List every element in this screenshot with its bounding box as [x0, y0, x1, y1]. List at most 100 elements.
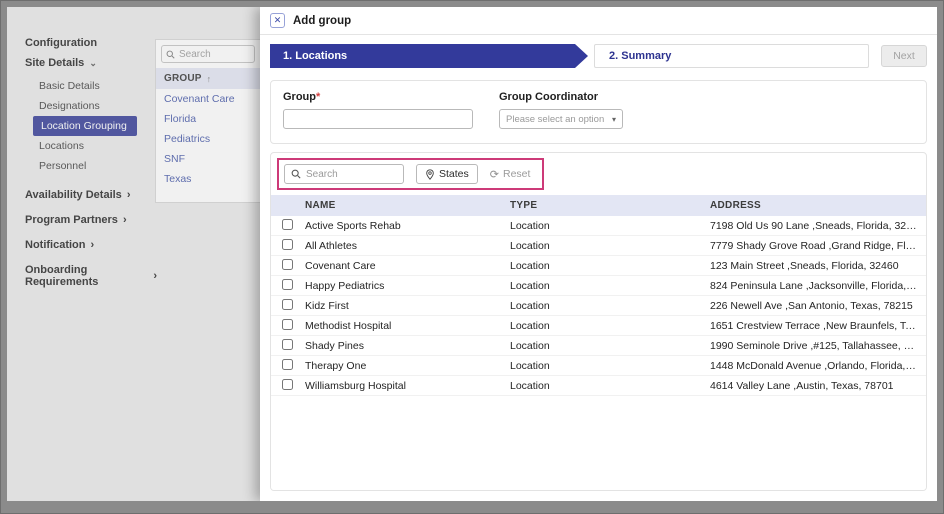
row-checkbox[interactable]	[282, 259, 293, 270]
table-row[interactable]: Williamsburg Hospital Location 4614 Vall…	[271, 376, 926, 396]
step-locations[interactable]: 1. Locations	[270, 44, 588, 68]
reset-filters-link[interactable]: ⟳ Reset	[490, 168, 531, 181]
table-row[interactable]: Covenant Care Location 123 Main Street ,…	[271, 256, 926, 276]
row-name: Happy Pediatrics	[305, 280, 510, 292]
row-checkbox[interactable]	[282, 319, 293, 330]
table-row[interactable]: All Athletes Location 7779 Shady Grove R…	[271, 236, 926, 256]
row-name: Kidz First	[305, 300, 510, 312]
row-type: Location	[510, 300, 710, 312]
table-row[interactable]: Methodist Hospital Location 1651 Crestvi…	[271, 316, 926, 336]
table-row[interactable]: Kidz First Location 226 Newell Ave ,San …	[271, 296, 926, 316]
sidebar-item-onboarding-requirements[interactable]: Onboarding Requirements ›	[25, 264, 157, 288]
sidebar-item-designations[interactable]: Designations	[39, 96, 157, 116]
row-checkbox[interactable]	[282, 379, 293, 390]
sidebar-item-availability-details[interactable]: Availability Details ›	[25, 189, 157, 201]
row-address: 123 Main Street ,Sneads, Florida, 32460	[710, 260, 926, 272]
row-name: Williamsburg Hospital	[305, 380, 510, 392]
table-header-row: NAME TYPE ADDRESS	[271, 195, 926, 216]
chevron-right-icon: ›	[127, 189, 131, 201]
site-details-label: Site Details	[25, 57, 84, 69]
row-type: Location	[510, 280, 710, 292]
location-search-input[interactable]	[306, 169, 397, 180]
config-sidebar: Configuration Site Details ⌄ Basic Detai…	[7, 7, 157, 288]
required-asterisk: *	[316, 91, 320, 103]
row-address: 7198 Old Us 90 Lane ,Sneads, Florida, 32…	[710, 220, 926, 232]
row-address: 1651 Crestview Terrace ,New Braunfels, T…	[710, 320, 926, 332]
table-row[interactable]: Therapy One Location 1448 McDonald Avenu…	[271, 356, 926, 376]
row-name: Covenant Care	[305, 260, 510, 272]
locations-table-card: States ⟳ Reset NAME TYPE ADDRESS	[270, 152, 927, 491]
list-item[interactable]: SNF	[156, 149, 260, 169]
row-checkbox[interactable]	[282, 359, 293, 370]
list-item[interactable]: Texas	[156, 169, 260, 189]
coordinator-placeholder: Please select an option	[506, 114, 604, 125]
row-checkbox[interactable]	[282, 299, 293, 310]
states-filter-button[interactable]: States	[416, 164, 478, 184]
sidebar-item-locations[interactable]: Locations	[39, 136, 157, 156]
table-empty-area	[271, 396, 926, 490]
map-pin-icon	[425, 169, 435, 180]
close-icon: ✕	[274, 16, 282, 25]
group-name-input[interactable]	[283, 109, 473, 129]
group-search-box[interactable]	[161, 45, 255, 63]
chevron-right-icon: ›	[91, 239, 95, 251]
row-checkbox[interactable]	[282, 279, 293, 290]
sidebar-item-site-details[interactable]: Site Details ⌄	[25, 57, 157, 69]
next-button[interactable]: Next	[881, 45, 927, 67]
availability-details-label: Availability Details	[25, 189, 122, 201]
chevron-down-icon: ▾	[612, 115, 616, 124]
group-search-input[interactable]	[179, 49, 250, 60]
group-label-text: Group	[283, 91, 316, 103]
group-list-panel: GROUP ↑ Covenant Care Florida Pediatrics…	[155, 39, 261, 203]
sidebar-title: Configuration	[25, 37, 157, 49]
coordinator-field-label: Group Coordinator	[499, 91, 623, 103]
sort-up-icon: ↑	[207, 74, 212, 84]
step-summary[interactable]: 2. Summary	[594, 44, 869, 68]
row-name: All Athletes	[305, 240, 510, 252]
coordinator-field: Group Coordinator Please select an optio…	[499, 91, 623, 129]
group-column-header[interactable]: GROUP ↑	[156, 68, 260, 89]
sidebar-item-location-grouping[interactable]: Location Grouping	[33, 116, 137, 136]
list-item[interactable]: Pediatrics	[156, 129, 260, 149]
chevron-right-icon: ›	[123, 214, 127, 226]
row-address: 1990 Seminole Drive ,#125, Tallahassee, …	[710, 340, 926, 352]
row-address: 1448 McDonald Avenue ,Orlando, Florida, …	[710, 360, 926, 372]
row-address: 226 Newell Ave ,San Antonio, Texas, 7821…	[710, 300, 926, 312]
sidebar-item-notification[interactable]: Notification ›	[25, 239, 157, 251]
site-details-children: Basic Details Designations Location Grou…	[39, 76, 157, 176]
sidebar-item-basic-details[interactable]: Basic Details	[39, 76, 157, 96]
background-page: Configuration Site Details ⌄ Basic Detai…	[7, 7, 260, 501]
annotation-highlight-box: States ⟳ Reset	[277, 158, 544, 190]
sidebar-item-program-partners[interactable]: Program Partners ›	[25, 214, 157, 226]
states-label: States	[439, 168, 469, 180]
list-item[interactable]: Covenant Care	[156, 89, 260, 109]
notification-label: Notification	[25, 239, 86, 251]
table-row[interactable]: Happy Pediatrics Location 824 Peninsula …	[271, 276, 926, 296]
chevron-right-icon: ›	[153, 270, 157, 282]
group-field-label: Group*	[283, 91, 473, 103]
dialog-title: Add group	[293, 15, 351, 27]
column-header-type[interactable]: TYPE	[510, 200, 710, 211]
column-header-address[interactable]: ADDRESS	[710, 200, 926, 211]
column-header-name[interactable]: NAME	[305, 200, 510, 211]
table-row[interactable]: Shady Pines Location 1990 Seminole Drive…	[271, 336, 926, 356]
app-canvas: Configuration Site Details ⌄ Basic Detai…	[7, 7, 937, 501]
row-checkbox[interactable]	[282, 219, 293, 230]
sidebar-item-personnel[interactable]: Personnel	[39, 156, 157, 176]
row-name: Active Sports Rehab	[305, 220, 510, 232]
close-button[interactable]: ✕	[270, 13, 285, 28]
row-checkbox[interactable]	[282, 239, 293, 250]
list-item[interactable]: Florida	[156, 109, 260, 129]
coordinator-select[interactable]: Please select an option ▾	[499, 109, 623, 129]
search-icon	[291, 169, 301, 179]
add-group-dialog: ✕ Add group 1. Locations 2. Summary Next…	[260, 7, 937, 501]
program-partners-label: Program Partners	[25, 214, 118, 226]
row-type: Location	[510, 220, 710, 232]
table-toolbar: States ⟳ Reset	[271, 153, 926, 195]
row-name: Therapy One	[305, 360, 510, 372]
location-search-box[interactable]	[284, 164, 404, 184]
row-address: 7779 Shady Grove Road ,Grand Ridge, Flor…	[710, 240, 926, 252]
table-row[interactable]: Active Sports Rehab Location 7198 Old Us…	[271, 216, 926, 236]
row-checkbox[interactable]	[282, 339, 293, 350]
reset-label: Reset	[503, 168, 530, 180]
